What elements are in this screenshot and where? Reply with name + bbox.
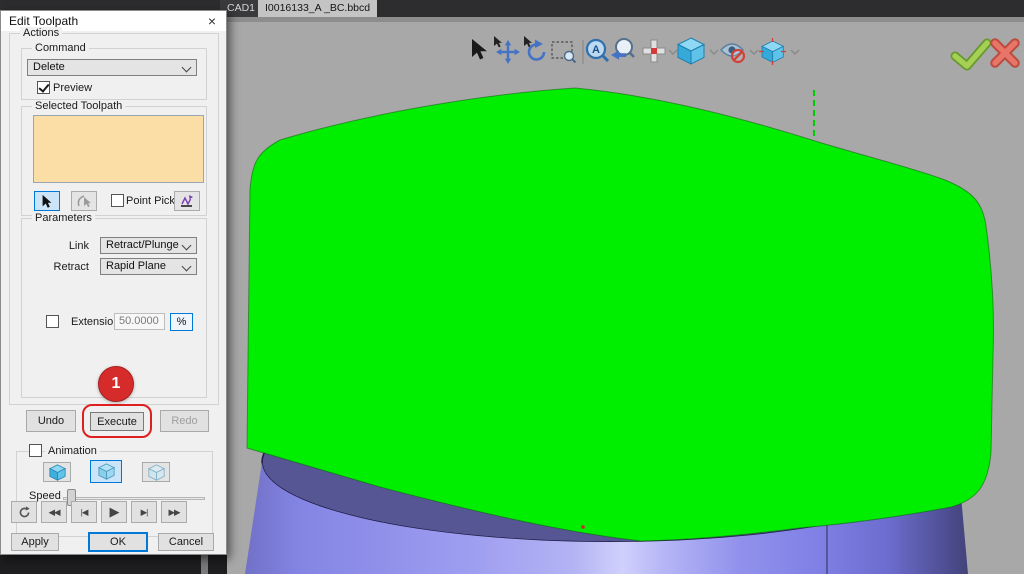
step-number: 1	[111, 375, 121, 392]
apply-label: Apply	[21, 536, 49, 548]
close-icon[interactable]: ×	[201, 12, 223, 30]
link-value: Retract/Plunge	[106, 239, 179, 251]
svg-text:A: A	[592, 44, 600, 56]
extension-input[interactable]: 50.0000	[114, 313, 165, 330]
dialog-title: Edit Toolpath	[9, 14, 79, 28]
loop-button[interactable]	[11, 501, 37, 523]
rewind-button[interactable]: ◀◀	[41, 501, 67, 523]
toolpath-pick-button[interactable]	[174, 191, 200, 211]
wireframe-cube-icon	[147, 463, 165, 481]
command-value: Delete	[33, 61, 65, 73]
cancel-label: Cancel	[168, 536, 204, 548]
step-back-button[interactable]: |◀	[71, 501, 97, 523]
edit-toolpath-dialog: Edit Toolpath × Actions Command Delete P…	[0, 10, 227, 555]
animation-label: Animation	[45, 445, 100, 457]
solid-cube-icon	[48, 463, 66, 481]
parameters-group-label: Parameters	[32, 212, 95, 224]
retract-select[interactable]: Rapid Plane	[100, 258, 197, 275]
extension-value: 50.0000	[119, 315, 159, 327]
selected-toolpath-listbox[interactable]	[33, 115, 204, 183]
extension-checkbox[interactable]	[46, 315, 59, 328]
actions-group-label: Actions	[20, 27, 63, 39]
animate-wireframe-button[interactable]	[142, 462, 170, 482]
cursor-arrow-icon	[42, 194, 52, 208]
fast-forward-icon: ▶▶	[168, 506, 180, 517]
step-annotation-badge: 1	[98, 366, 134, 402]
point-pick-label: Point Pick	[126, 195, 175, 207]
chain-cursor-icon	[77, 195, 91, 208]
command-group-label: Command	[32, 42, 89, 54]
point-pick-checkbox[interactable]	[111, 194, 124, 207]
undo-button[interactable]: Undo	[26, 410, 76, 432]
tab-active-document[interactable]: I0016133_A _BC.bbcd	[258, 0, 378, 17]
execute-label: Execute	[97, 415, 137, 428]
command-select[interactable]: Delete	[27, 59, 197, 76]
redo-button[interactable]: Redo	[160, 410, 209, 432]
retract-label: Retract	[53, 261, 89, 273]
apply-button[interactable]: Apply	[11, 533, 59, 551]
retract-value: Rapid Plane	[106, 260, 166, 272]
link-select[interactable]: Retract/Plunge	[100, 237, 197, 254]
ok-button[interactable]: OK	[88, 532, 148, 552]
play-icon: ▶	[109, 504, 120, 519]
select-pick-button[interactable]	[34, 191, 60, 211]
undo-label: Undo	[37, 415, 65, 427]
toolpath-segment-icon	[181, 195, 193, 207]
percent-button[interactable]: %	[170, 313, 193, 331]
fast-forward-button[interactable]: ▶▶	[161, 501, 187, 523]
step-back-icon: |◀	[80, 506, 89, 517]
extension-label: Extension	[71, 316, 120, 328]
toolpath-point-marker	[581, 525, 585, 529]
rewind-icon: ◀◀	[48, 506, 60, 517]
animate-solid-button[interactable]	[43, 462, 71, 482]
play-button[interactable]: ▶	[101, 501, 127, 523]
animate-translucent-button[interactable]	[90, 460, 122, 483]
ok-label: OK	[110, 536, 126, 548]
translucent-cube-icon	[97, 463, 115, 480]
selected-toolpath-group-label: Selected Toolpath	[32, 100, 126, 112]
animation-checkbox[interactable]	[29, 444, 42, 457]
step-forward-button[interactable]: ▶|	[131, 501, 157, 523]
step-forward-icon: ▶|	[140, 506, 149, 517]
execute-button[interactable]: Execute	[90, 412, 144, 431]
percent-label: %	[176, 316, 187, 328]
preview-checkbox[interactable]	[37, 81, 50, 94]
preview-label: Preview	[53, 82, 93, 94]
redo-label: Redo	[171, 415, 198, 427]
chain-pick-button[interactable]	[71, 191, 97, 211]
loop-icon	[19, 505, 30, 517]
cancel-button[interactable]: Cancel	[158, 533, 214, 551]
speed-slider-track[interactable]	[63, 497, 205, 500]
link-label: Link	[68, 240, 89, 252]
panel-edge-strip	[201, 555, 208, 574]
